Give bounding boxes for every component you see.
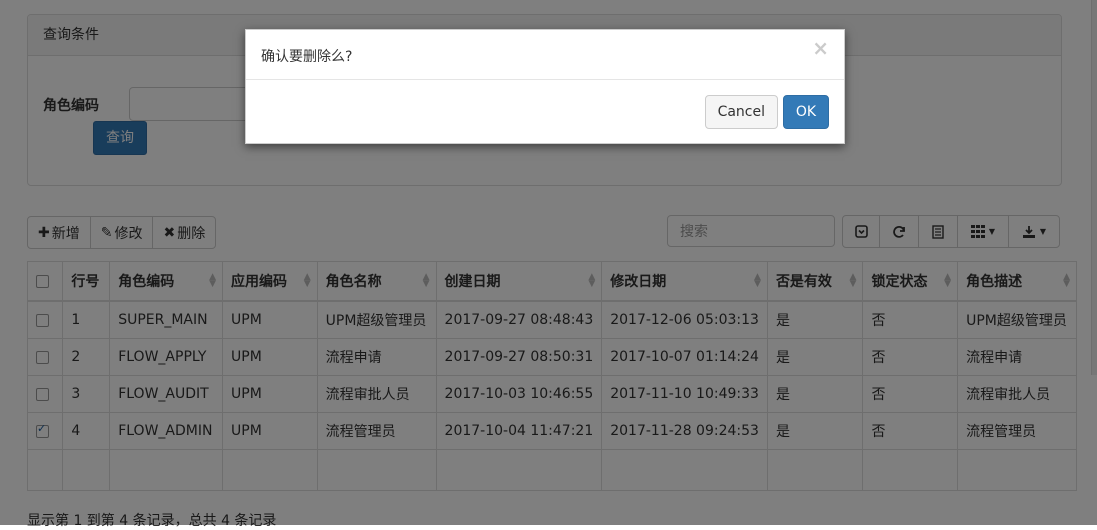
close-icon[interactable]: × (812, 36, 829, 60)
cancel-button[interactable]: Cancel (704, 95, 778, 129)
dialog-footer: Cancel OK (700, 95, 829, 129)
confirm-dialog: 确认要删除么? × Cancel OK (245, 29, 845, 144)
ok-button[interactable]: OK (783, 95, 829, 129)
dialog-header: 确认要删除么? × (246, 30, 844, 80)
dialog-title: 确认要删除么? (261, 49, 353, 65)
